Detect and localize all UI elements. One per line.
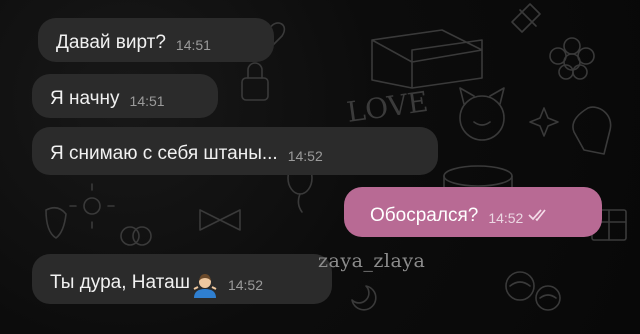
- rings-icon: [120, 226, 152, 246]
- message-bubble[interactable]: Я снимаю с себя штаны... 14:52: [32, 127, 438, 175]
- message-bubble[interactable]: Я начну 14:51: [32, 74, 218, 118]
- strawberry-icon: [45, 206, 67, 239]
- sun-icon: [69, 183, 115, 229]
- outgoing-message-bubble[interactable]: Обосрался? 14:52: [344, 187, 602, 237]
- message-time: 14:52: [227, 277, 263, 293]
- message-time: 14:52: [287, 148, 323, 164]
- message-bubble[interactable]: Давай вирт? 14:51: [38, 18, 274, 62]
- sparkle-icon: [529, 107, 559, 137]
- flower-icon: [549, 37, 595, 80]
- message-text: Я начну: [50, 88, 120, 109]
- message-text: Я снимаю с себя штаны...: [50, 143, 278, 164]
- watermark: zaya_zlaya: [318, 250, 426, 272]
- svg-text:LOVE: LOVE: [345, 85, 431, 129]
- cake-icon: [371, 29, 483, 89]
- bow-icon: [199, 209, 241, 231]
- message-time: 14:51: [175, 37, 211, 53]
- message-time: 14:52: [488, 210, 524, 226]
- roses-icon: [505, 271, 561, 311]
- glove-icon: [572, 106, 612, 155]
- message-time: 14:51: [129, 93, 165, 109]
- man-shrugging-emoji: [192, 272, 218, 298]
- message-text: Обосрался?: [370, 205, 479, 226]
- message-text: Ты дура, Наташ: [50, 272, 190, 293]
- lock-icon: [241, 62, 269, 101]
- candy-icon: [511, 3, 541, 33]
- double-check-read-icon: [528, 208, 550, 227]
- cat-icon: [459, 87, 505, 141]
- message-text: Давай вирт?: [56, 32, 166, 53]
- moon-icon: [351, 285, 377, 311]
- message-bubble[interactable]: Ты дура, Наташ 14:52: [32, 254, 332, 304]
- love-text: LOVE: [345, 85, 431, 129]
